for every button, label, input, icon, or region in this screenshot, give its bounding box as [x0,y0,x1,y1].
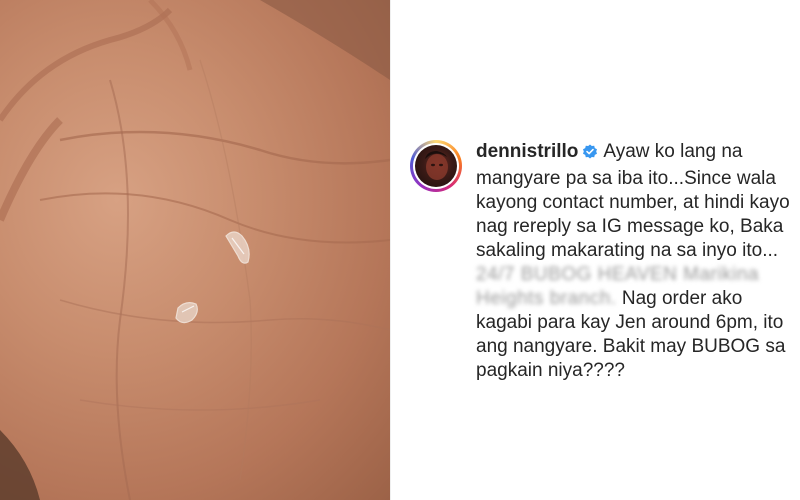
username-link[interactable]: dennistrillo [476,141,578,162]
post-photo [0,0,390,500]
palm-illustration [0,0,390,500]
divider [390,0,391,500]
avatar[interactable] [415,145,457,187]
glass-shard-2 [175,302,198,324]
avatar-face [425,151,448,180]
caption-text: dennistrillo Ayaw ko lang na mangyare pa … [476,140,790,383]
verified-badge-icon [582,143,598,167]
glass-shard-1 [225,231,250,264]
post-caption-block: dennistrillo Ayaw ko lang na mangyare pa … [410,140,790,383]
story-ring[interactable] [410,140,462,192]
